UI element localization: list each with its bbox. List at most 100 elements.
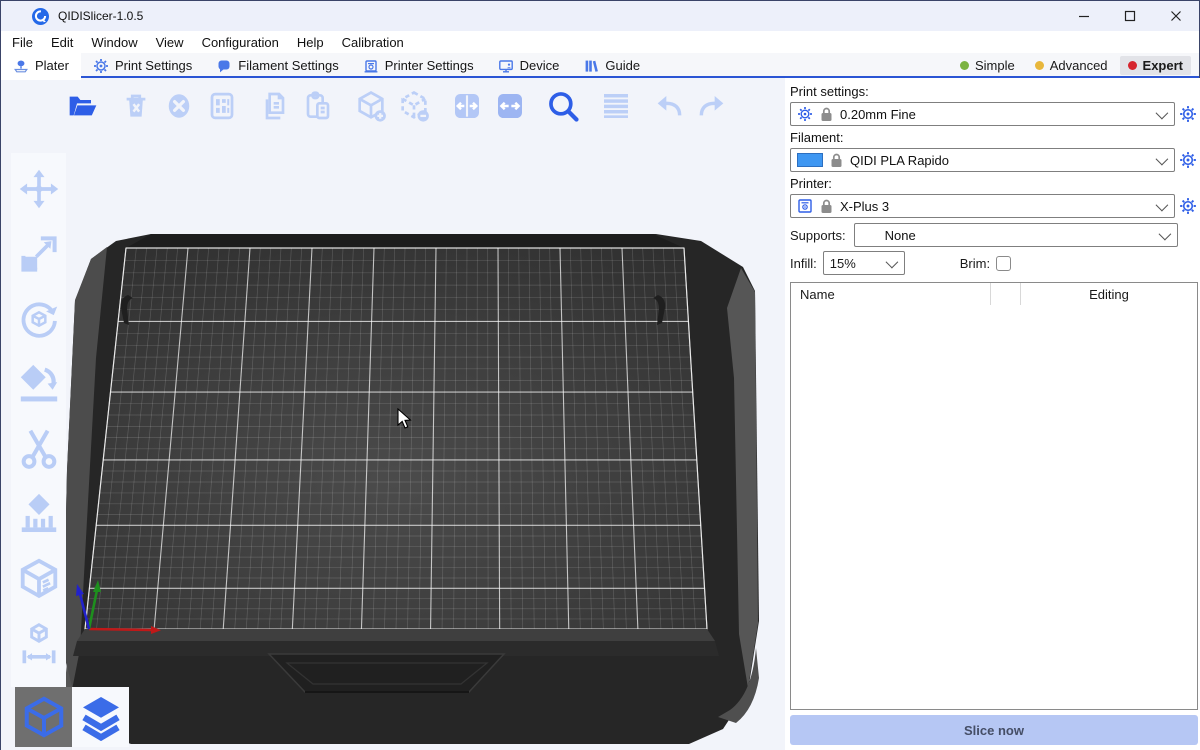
scale-button[interactable] <box>15 224 63 284</box>
lock-icon <box>820 107 833 122</box>
device-monitor-icon <box>498 58 514 74</box>
guide-books-icon <box>583 58 599 74</box>
print-settings-edit-button[interactable] <box>1178 105 1198 123</box>
variable-layer-height-button[interactable] <box>598 86 634 126</box>
printer-label: Printer: <box>790 176 1198 191</box>
menu-view[interactable]: View <box>147 33 193 52</box>
cut-button[interactable] <box>15 419 63 479</box>
advanced-dot-icon <box>1035 61 1044 70</box>
column-header-editing: Editing <box>1021 283 1197 305</box>
filament-combo[interactable]: QIDI PLA Rapido <box>790 148 1175 172</box>
maximize-button[interactable] <box>1107 1 1153 31</box>
object-manipulation-toolbar <box>11 153 66 687</box>
tab-guide[interactable]: Guide <box>571 53 652 78</box>
split-to-parts-button[interactable] <box>492 86 528 126</box>
main-tab-bar: Plater Print Settings Filament Settings … <box>1 53 1199 78</box>
copy-button[interactable] <box>257 86 293 126</box>
editor-view-button[interactable] <box>15 687 72 747</box>
printer-value: X-Plus 3 <box>840 199 1149 214</box>
layers-icon <box>77 693 125 741</box>
gear-icon <box>797 106 813 122</box>
split-to-objects-button[interactable] <box>449 86 485 126</box>
lock-icon <box>830 153 843 168</box>
tab-filament-settings[interactable]: Filament Settings <box>204 53 350 78</box>
minimize-button[interactable] <box>1061 1 1107 31</box>
measure-button[interactable] <box>15 614 63 674</box>
brim-checkbox[interactable] <box>996 256 1011 271</box>
infill-combo[interactable]: 15% <box>823 251 905 275</box>
menu-edit[interactable]: Edit <box>42 33 82 52</box>
preview-view-button[interactable] <box>72 687 129 747</box>
menu-bar: File Edit Window View Configuration Help… <box>1 31 1199 53</box>
filament-color-swatch <box>797 153 823 167</box>
chevron-down-icon <box>1156 106 1169 119</box>
menu-configuration[interactable]: Configuration <box>193 33 288 52</box>
supports-value: None <box>861 228 1152 243</box>
supports-combo[interactable]: None <box>854 223 1178 247</box>
object-table-header: Name Editing <box>791 283 1197 305</box>
menu-file[interactable]: File <box>3 33 42 52</box>
expert-dot-icon <box>1128 61 1137 70</box>
paste-button[interactable] <box>300 86 336 126</box>
chevron-down-icon <box>885 255 898 268</box>
plater-icon <box>13 58 29 74</box>
chevron-down-icon <box>1159 227 1172 240</box>
open-button[interactable] <box>65 86 101 126</box>
move-button[interactable] <box>15 159 63 219</box>
tab-device[interactable]: Device <box>486 53 572 78</box>
print-settings-combo[interactable]: 0.20mm Fine <box>790 102 1175 126</box>
infill-label: Infill: <box>790 256 817 271</box>
filament-value: QIDI PLA Rapido <box>850 153 1149 168</box>
lock-icon <box>820 199 833 214</box>
view-mode-toggles <box>15 687 129 747</box>
column-header-blank <box>991 283 1021 305</box>
remove-instance-button[interactable] <box>396 86 432 126</box>
delete-button[interactable] <box>118 86 154 126</box>
title-bar: QIDISlicer-1.0.5 <box>1 1 1199 31</box>
paint-supports-button[interactable] <box>15 484 63 544</box>
printer-icon <box>363 58 379 74</box>
undo-button[interactable] <box>651 86 687 126</box>
printer-combo[interactable]: X-Plus 3 <box>790 194 1175 218</box>
search-button[interactable] <box>545 86 581 126</box>
mode-advanced[interactable]: Advanced <box>1027 56 1116 75</box>
column-header-name: Name <box>791 283 991 305</box>
print-settings-gear-icon <box>93 58 109 74</box>
window-title: QIDISlicer-1.0.5 <box>58 9 143 23</box>
menu-window[interactable]: Window <box>82 33 146 52</box>
tab-plater[interactable]: Plater <box>1 53 81 78</box>
plater-toolbar <box>65 86 737 126</box>
place-on-face-button[interactable] <box>15 354 63 414</box>
rotate-button[interactable] <box>15 289 63 349</box>
mode-simple[interactable]: Simple <box>952 56 1023 75</box>
infill-value: 15% <box>830 256 886 271</box>
print-settings-value: 0.20mm Fine <box>840 107 1149 122</box>
tab-printer-settings[interactable]: Printer Settings <box>351 53 486 78</box>
print-bed <box>1 78 785 750</box>
menu-help[interactable]: Help <box>288 33 333 52</box>
add-instance-button[interactable] <box>353 86 389 126</box>
chevron-down-icon <box>1156 198 1169 211</box>
3d-cube-icon <box>21 694 67 740</box>
seam-painting-button[interactable] <box>15 549 63 609</box>
3d-viewport[interactable] <box>1 78 785 750</box>
redo-button[interactable] <box>694 86 730 126</box>
mouse-cursor <box>397 408 413 430</box>
brim-label: Brim: <box>960 256 990 271</box>
filament-edit-button[interactable] <box>1178 151 1198 169</box>
arrange-button[interactable] <box>204 86 240 126</box>
chevron-down-icon <box>1156 152 1169 165</box>
object-list-table[interactable]: Name Editing <box>790 282 1198 710</box>
app-logo-icon <box>32 8 49 25</box>
simple-dot-icon <box>960 61 969 70</box>
app-window: QIDISlicer-1.0.5 File Edit Window View C… <box>0 0 1200 750</box>
mode-expert[interactable]: Expert <box>1120 56 1191 75</box>
filament-icon <box>216 58 232 74</box>
filament-label: Filament: <box>790 130 1198 145</box>
close-button[interactable] <box>1153 1 1199 31</box>
slice-now-button[interactable]: Slice now <box>790 715 1198 745</box>
printer-edit-button[interactable] <box>1178 197 1198 215</box>
menu-calibration[interactable]: Calibration <box>333 33 413 52</box>
delete-all-button[interactable] <box>161 86 197 126</box>
tab-print-settings[interactable]: Print Settings <box>81 53 204 78</box>
